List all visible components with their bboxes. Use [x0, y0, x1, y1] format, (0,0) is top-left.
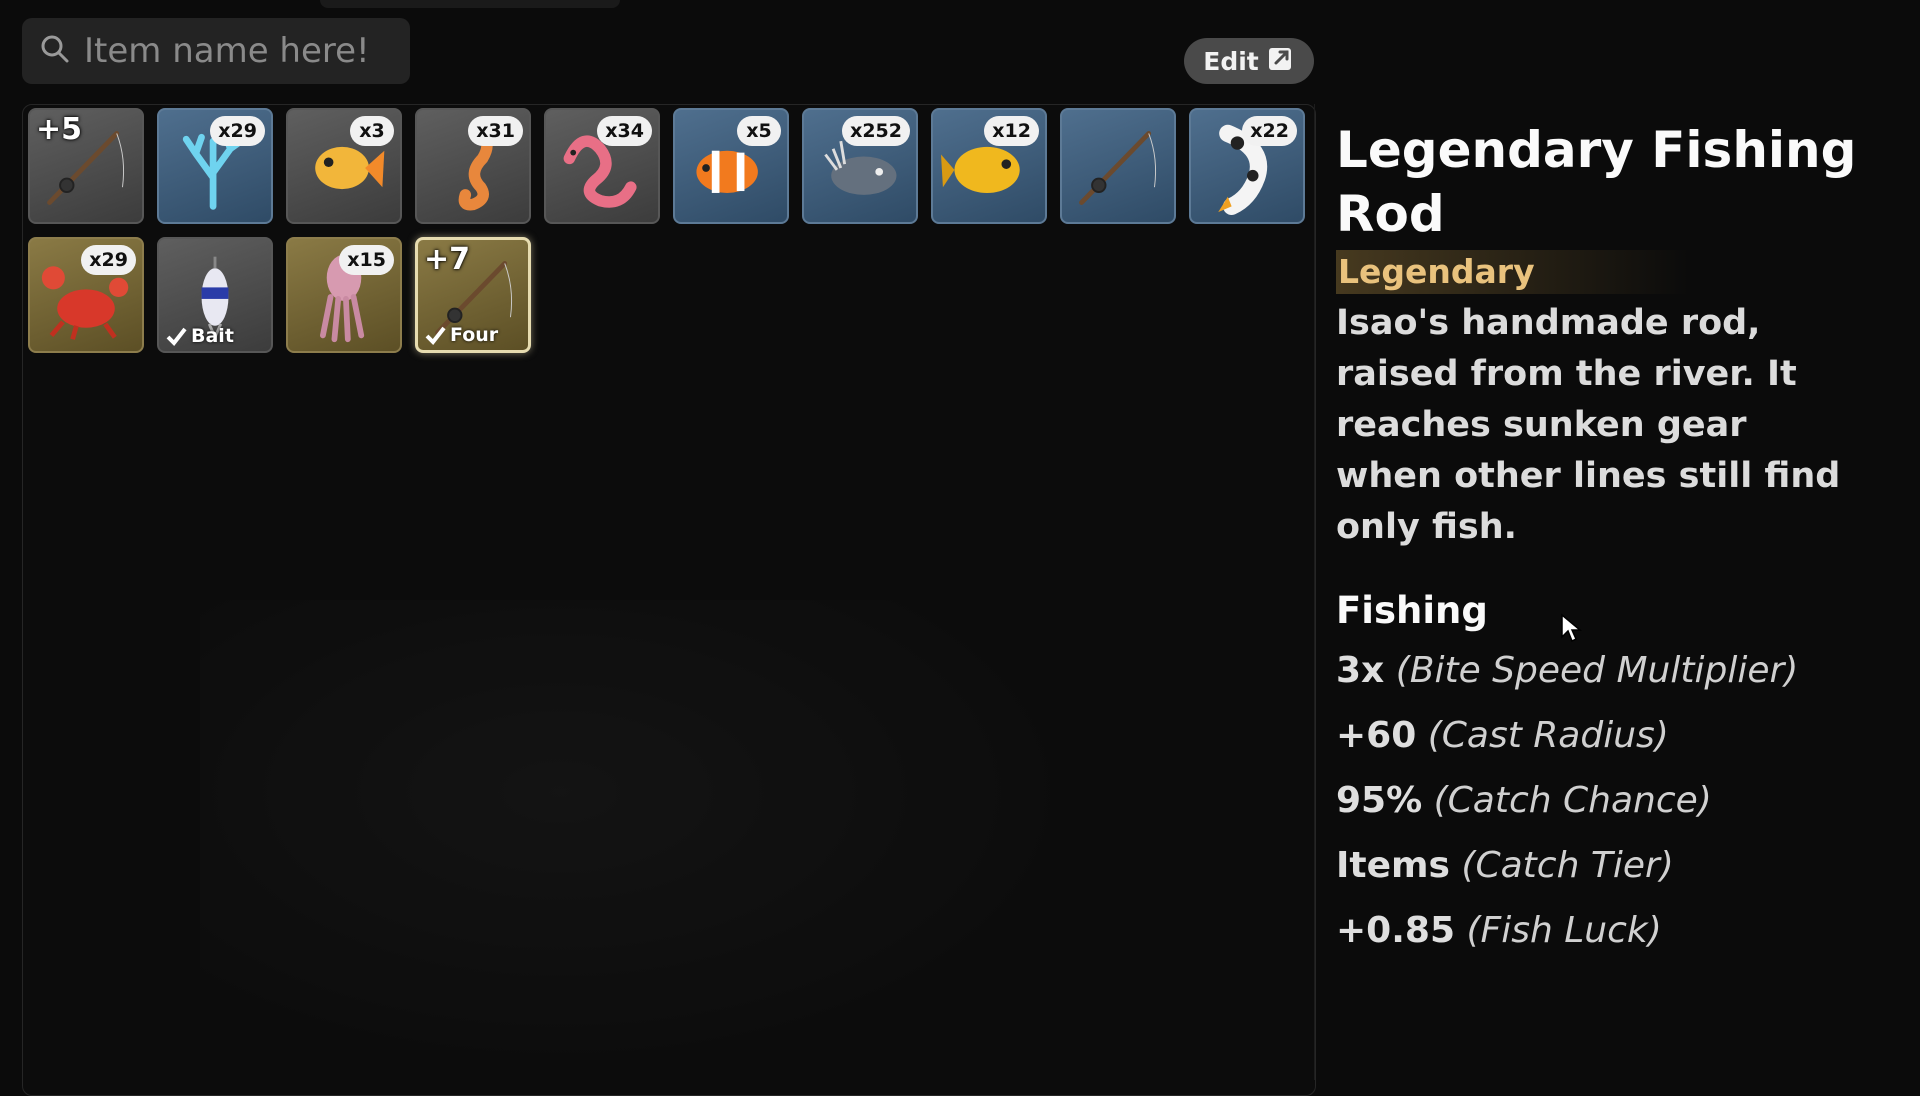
stat-value: 3x	[1336, 650, 1385, 691]
external-edit-icon	[1267, 44, 1295, 78]
count-badge: x29	[81, 245, 136, 275]
search-bar[interactable]	[22, 18, 510, 84]
item-rarity: Legendary	[1336, 250, 1688, 294]
search-input[interactable]	[82, 30, 510, 72]
stat-row: 95% (Catch Chance)	[1336, 768, 1916, 833]
item-description: Isao's handmade rod, raised from the riv…	[1336, 303, 1841, 547]
equipped-tag: Four	[424, 324, 498, 346]
count-badge: x34	[597, 116, 652, 146]
rod-icon	[1079, 131, 1157, 205]
inventory-slot[interactable]: x12	[931, 108, 1047, 224]
stat-row: 3x (Bite Speed Multiplier)	[1336, 638, 1916, 703]
item-details: Legendary Fishing Rod Legendary Isao's h…	[1336, 118, 1916, 963]
edit-button-label: Edit	[1203, 46, 1259, 76]
stat-value: 95%	[1336, 780, 1423, 821]
inventory-slot[interactable]: x29	[28, 237, 144, 353]
inventory-slot[interactable]: +5	[28, 108, 144, 224]
stat-row: +60 (Cast Radius)	[1336, 703, 1916, 768]
stat-value: Items	[1336, 845, 1450, 886]
mouse-cursor-icon	[1560, 613, 1583, 647]
count-badge: x29	[210, 116, 265, 146]
item-title: Legendary Fishing Rod	[1336, 121, 1857, 243]
inventory-slot[interactable]: x31	[415, 108, 531, 224]
edit-button[interactable]: Edit	[1184, 38, 1314, 84]
inventory-slot[interactable]: Bait	[157, 237, 273, 353]
inventory-slot[interactable]	[1060, 108, 1176, 224]
checkmark-icon	[425, 326, 446, 346]
equipped-label: Bait	[191, 325, 234, 347]
count-badge: x22	[1242, 116, 1297, 146]
stat-row: +0.85 (Fish Luck)	[1336, 898, 1916, 963]
count-badge: x3	[350, 116, 394, 146]
count-badge: x12	[984, 116, 1039, 146]
inventory-slot[interactable]: x29	[157, 108, 273, 224]
upgrade-level: +7	[424, 242, 471, 277]
checkmark-icon	[166, 327, 187, 347]
inventory-slot[interactable]: x34	[544, 108, 660, 224]
stat-label: (Cast Radius)	[1427, 715, 1669, 756]
count-badge: x31	[468, 116, 523, 146]
inventory-slot[interactable]: x15	[286, 237, 402, 353]
stat-label: (Bite Speed Multiplier)	[1395, 650, 1799, 691]
equipped-tag: Bait	[165, 325, 234, 347]
stats-list: 3x (Bite Speed Multiplier) +60 (Cast Rad…	[1336, 638, 1916, 963]
inventory-slot[interactable]: x5	[673, 108, 789, 224]
count-badge: x15	[339, 245, 394, 275]
inventory-slot[interactable]: x22	[1189, 108, 1305, 224]
count-badge: x5	[737, 116, 781, 146]
inventory-slot[interactable]: x252	[802, 108, 918, 224]
stats-section-title: Fishing	[1336, 589, 1488, 632]
stat-value: +60	[1336, 715, 1417, 756]
inventory-slot[interactable]: x3	[286, 108, 402, 224]
inventory-slot[interactable]: +7 Four	[415, 237, 531, 353]
stat-row: Items (Catch Tier)	[1336, 833, 1916, 898]
equipped-label: Four	[450, 324, 499, 346]
stat-label: (Fish Luck)	[1466, 910, 1662, 951]
search-icon	[40, 34, 70, 68]
stat-value: +0.85	[1336, 910, 1455, 951]
top-tab	[320, 0, 620, 8]
stat-label: (Catch Tier)	[1461, 845, 1674, 886]
stat-label: (Catch Chance)	[1433, 780, 1712, 821]
inventory-grid: +5 x29 x3 x31 x34 x5 x252 x12 x22 x29 Bait x15 +7 Fou…	[28, 108, 1305, 353]
count-badge: x252	[842, 116, 910, 146]
upgrade-level: +5	[36, 112, 83, 147]
